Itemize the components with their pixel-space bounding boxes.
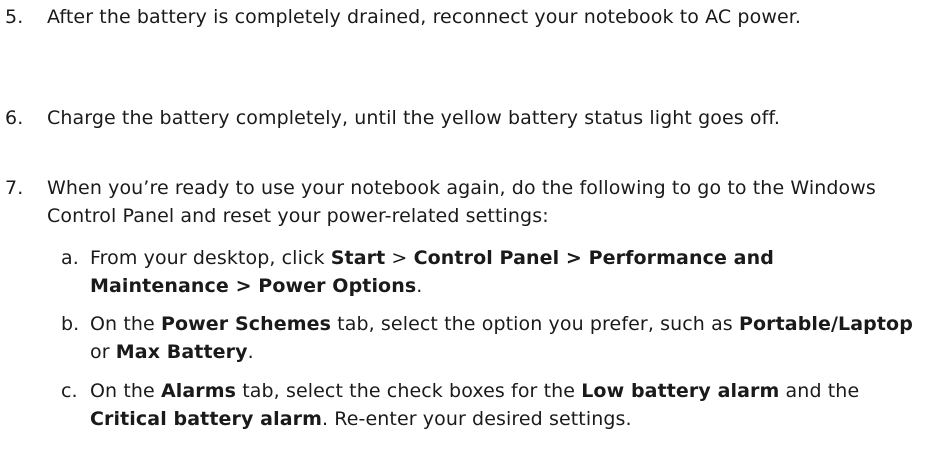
step-text: After the battery is completely drained,… [47, 6, 802, 28]
text-run: On the [90, 313, 161, 335]
start-menu-term: Start [330, 247, 386, 269]
step-7: 7. When you’re ready to use your noteboo… [0, 174, 925, 230]
critical-battery-alarm-term: Critical battery alarm [90, 408, 322, 430]
text-run: . Re-enter your desired settings. [322, 408, 632, 430]
step-number: 5. [5, 6, 24, 28]
text-run: tab, select the option you prefer, such … [331, 313, 739, 335]
substep-letter: a. [61, 247, 79, 269]
text-run: On the [90, 380, 161, 402]
text-run: . [247, 341, 254, 363]
alarms-term: Alarms [160, 380, 237, 402]
step-5: 5. After the battery is completely drain… [0, 3, 925, 31]
step-text: When you’re ready to use your notebook a… [47, 177, 876, 227]
portable-laptop-term: Portable/Laptop [738, 313, 913, 335]
step-6: 6. Charge the battery completely, until … [0, 104, 925, 132]
text-run: or [90, 341, 116, 363]
substep-letter: c. [61, 380, 78, 402]
step-text: Charge the battery completely, until the… [47, 107, 780, 129]
substep-text: On the Power Schemes tab, select the opt… [90, 310, 917, 366]
document-page: 5. After the battery is completely drain… [0, 0, 935, 454]
step-number: 6. [5, 107, 24, 129]
substep-a: a. From your desktop, click Start > Cont… [47, 244, 917, 300]
substep-b: b. On the Power Schemes tab, select the … [47, 310, 917, 366]
substep-letter: b. [61, 313, 80, 335]
text-run: tab, select the check boxes for the [236, 380, 582, 402]
substep-text: On the Alarms tab, select the check boxe… [90, 377, 917, 433]
text-run: . [416, 275, 423, 297]
text-run: and the [779, 380, 860, 402]
substep-text: From your desktop, click Start > Control… [90, 244, 917, 300]
power-schemes-term: Power Schemes [160, 313, 332, 335]
text-run: > [385, 247, 414, 269]
substep-c: c. On the Alarms tab, select the check b… [47, 377, 917, 433]
step-number: 7. [5, 177, 24, 199]
max-battery-term: Max Battery [115, 341, 248, 363]
text-run: From your desktop, click [90, 247, 331, 269]
low-battery-alarm-term: Low battery alarm [581, 380, 780, 402]
